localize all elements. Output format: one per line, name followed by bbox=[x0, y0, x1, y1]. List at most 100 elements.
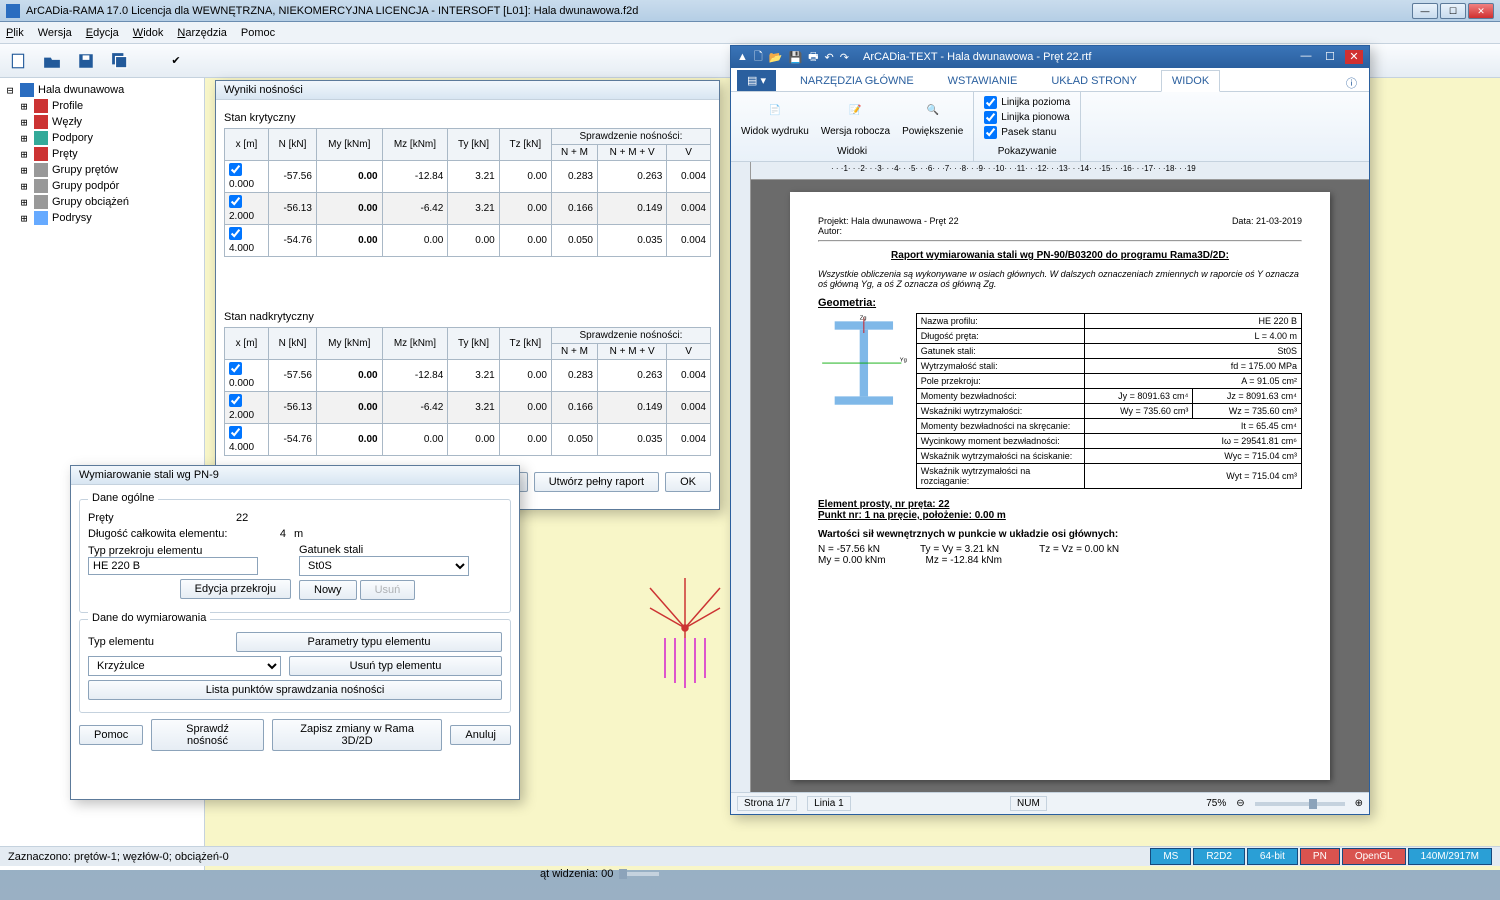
menu-plik[interactable]: Plik bbox=[6, 27, 24, 39]
tree-item-podpory[interactable]: ⊞Podpory bbox=[18, 130, 200, 146]
toolbar-open-icon[interactable] bbox=[40, 49, 64, 73]
edit-section-button[interactable]: Edycja przekroju bbox=[180, 579, 291, 599]
section-critical: Stan krytyczny bbox=[224, 112, 711, 124]
ribbon-tabs: ▤ ▾ NARZĘDZIA GŁÓWNE WSTAWIANIE UKŁAD ST… bbox=[731, 68, 1369, 92]
tab-glowne[interactable]: NARZĘDZIA GŁÓWNE bbox=[790, 71, 924, 91]
table-row[interactable]: 2.000-56.130.00-6.423.210.000.1660.1490.… bbox=[225, 392, 711, 424]
table-row[interactable]: 4.000-54.760.000.000.000.000.0500.0350.0… bbox=[225, 225, 711, 257]
tree-item-wezly[interactable]: ⊞Węzły bbox=[18, 114, 200, 130]
tree-item-grupy-obciazen[interactable]: ⊞Grupy obciążeń bbox=[18, 194, 200, 210]
status-zoom: 75% bbox=[1206, 798, 1226, 809]
status-seg-memory: 140M/2917M bbox=[1408, 848, 1492, 865]
main-title: ArCADia-RAMA 17.0 Licencja dla WEWNĘTRZN… bbox=[26, 5, 638, 17]
print-view-button[interactable]: 📄Widok wydruku bbox=[741, 96, 809, 137]
qat-print-icon[interactable]: 🖶 bbox=[808, 48, 818, 67]
status-seg-r2d2: R2D2 bbox=[1193, 848, 1245, 865]
toolbar-check-icon[interactable]: ✔ bbox=[164, 49, 188, 73]
row-checkbox[interactable] bbox=[229, 195, 242, 208]
ok-button[interactable]: OK bbox=[665, 472, 711, 492]
toolbar-saveall-icon[interactable] bbox=[108, 49, 132, 73]
element-type-select[interactable]: Krzyżulce bbox=[88, 656, 281, 676]
svg-text:Yg: Yg bbox=[900, 357, 907, 363]
tree-item-prety[interactable]: ⊞Pręty bbox=[18, 146, 200, 162]
tree-item-grupy-pretow[interactable]: ⊞Grupy prętów bbox=[18, 162, 200, 178]
qat-open-icon[interactable]: 📂 bbox=[769, 51, 783, 64]
status-seg-ms: MS bbox=[1150, 848, 1191, 865]
save-changes-button[interactable]: Zapisz zmiany w Rama 3D/2D bbox=[272, 719, 443, 751]
page-scroll[interactable]: Projekt: Hala dwunawowa - Pręt 22Autor: … bbox=[751, 180, 1369, 792]
structural-sketch bbox=[640, 578, 730, 698]
menu-edycja[interactable]: Edycja bbox=[86, 27, 119, 39]
chk-status-bar[interactable]: Pasek stanu bbox=[984, 126, 1070, 139]
row-checkbox[interactable] bbox=[229, 163, 242, 176]
main-titlebar: ArCADia-RAMA 17.0 Licencja dla WEWNĘTRZN… bbox=[0, 0, 1500, 22]
report-title: Raport wymiarowania stali wg PN-90/B0320… bbox=[818, 250, 1302, 261]
status-bar: Zaznaczono: prętów-1; węzłów-0; obciążeń… bbox=[0, 846, 1500, 866]
text-close-button[interactable]: ✕ bbox=[1345, 50, 1363, 64]
tree-item-profile[interactable]: ⊞Profile bbox=[18, 98, 200, 114]
menu-wersja[interactable]: Wersja bbox=[38, 27, 72, 39]
text-minimize-button[interactable]: — bbox=[1297, 50, 1315, 64]
tree-root[interactable]: ⊟ Hala dwunawowa bbox=[4, 82, 200, 98]
row-checkbox[interactable] bbox=[229, 394, 242, 407]
tab-wstawianie[interactable]: WSTAWIANIE bbox=[938, 71, 1028, 91]
row-checkbox[interactable] bbox=[229, 362, 242, 375]
text-editor-statusbar: Strona 1/7 Linia 1 NUM 75% ⊖ ⊕ bbox=[731, 792, 1369, 814]
zoom-button[interactable]: 🔍Powiększenie bbox=[902, 96, 963, 137]
zoom-slider[interactable] bbox=[1255, 802, 1345, 806]
table-supercritical: x [m]N [kN]My [kNm]Mz [kNm]Ty [kN]Tz [kN… bbox=[224, 327, 711, 456]
results-dialog: Wyniki nośności Stan krytyczny x [m]N [k… bbox=[215, 80, 720, 510]
help-button[interactable]: Pomoc bbox=[79, 725, 143, 745]
tree-item-grupy-podpor[interactable]: ⊞Grupy podpór bbox=[18, 178, 200, 194]
chk-ruler-h[interactable]: Linijka pozioma bbox=[984, 96, 1070, 109]
section-supercritical: Stan nadkrytyczny bbox=[224, 311, 711, 323]
table-row[interactable]: 0.000-57.560.00-12.843.210.000.2830.2630… bbox=[225, 161, 711, 193]
status-line: Linia 1 bbox=[807, 796, 850, 811]
full-report-button[interactable]: Utwórz pełny raport bbox=[534, 472, 659, 492]
qat-undo-icon[interactable]: ↶ bbox=[825, 51, 834, 64]
row-checkbox[interactable] bbox=[229, 426, 242, 439]
tree-item-podrysy[interactable]: ⊞Podrysy bbox=[18, 210, 200, 226]
delete-grade-button[interactable]: Usuń bbox=[360, 580, 416, 600]
toolbar-new-icon[interactable] bbox=[6, 49, 30, 73]
minimize-button[interactable]: — bbox=[1412, 3, 1438, 19]
table-row[interactable]: 4.000-54.760.000.000.000.000.0500.0350.0… bbox=[225, 424, 711, 456]
qat-save-icon[interactable]: 💾 bbox=[788, 51, 802, 64]
section-type-input[interactable] bbox=[88, 557, 258, 575]
draft-view-button[interactable]: 📝Wersja robocza bbox=[821, 96, 890, 137]
tab-widok[interactable]: WIDOK bbox=[1161, 70, 1220, 92]
status-seg-pn: PN bbox=[1300, 848, 1340, 865]
status-selection: Zaznaczono: prętów-1; węzłów-0; obciążeń… bbox=[8, 851, 229, 863]
close-button[interactable]: ✕ bbox=[1468, 3, 1494, 19]
element-params-button[interactable]: Parametry typu elementu bbox=[236, 632, 502, 652]
delete-element-type-button[interactable]: Usuń typ elementu bbox=[289, 656, 502, 676]
zoom-in-button[interactable]: ⊕ bbox=[1355, 798, 1363, 809]
new-grade-button[interactable]: Nowy bbox=[299, 580, 357, 600]
steel-grade-select[interactable]: St0S bbox=[299, 556, 469, 576]
qat-app-icon: ▲ bbox=[737, 51, 748, 63]
file-tab[interactable]: ▤ ▾ bbox=[737, 70, 776, 91]
check-capacity-button[interactable]: Sprawdź nośność bbox=[151, 719, 264, 751]
maximize-button[interactable]: ☐ bbox=[1440, 3, 1466, 19]
row-checkbox[interactable] bbox=[229, 227, 242, 240]
cancel-button[interactable]: Anuluj bbox=[450, 725, 511, 745]
zoom-out-button[interactable]: ⊖ bbox=[1236, 798, 1244, 809]
menu-widok[interactable]: Widok bbox=[133, 27, 164, 39]
table-row[interactable]: 0.000-57.560.00-12.843.210.000.2830.2630… bbox=[225, 360, 711, 392]
toolbar-save-icon[interactable] bbox=[74, 49, 98, 73]
tab-uklad[interactable]: UKŁAD STRONY bbox=[1041, 71, 1147, 91]
status-seg-opengl: OpenGL bbox=[1342, 848, 1406, 865]
chk-ruler-v[interactable]: Linijka pionowa bbox=[984, 111, 1070, 124]
menu-narzedzia[interactable]: Narzędzia bbox=[177, 27, 227, 39]
check-points-list-button[interactable]: Lista punktów sprawdzania nośności bbox=[88, 680, 502, 700]
ribbon-body: 📄Widok wydruku 📝Wersja robocza 🔍Powiększ… bbox=[731, 92, 1369, 162]
qat-new-icon[interactable]: 🗋 bbox=[754, 48, 763, 67]
help-icon[interactable]: ⓘ bbox=[1346, 75, 1357, 91]
qat-redo-icon[interactable]: ↷ bbox=[840, 51, 849, 64]
document-area: · · ·1· · ·2· · ·3· · ·4· · ·5· · ·6· · … bbox=[731, 162, 1369, 792]
table-row[interactable]: 2.000-56.130.00-6.423.210.000.1660.1490.… bbox=[225, 193, 711, 225]
text-maximize-button[interactable]: ☐ bbox=[1321, 50, 1339, 64]
app-icon bbox=[6, 4, 20, 18]
status-page: Strona 1/7 bbox=[737, 796, 797, 811]
menu-pomoc[interactable]: Pomoc bbox=[241, 27, 275, 39]
